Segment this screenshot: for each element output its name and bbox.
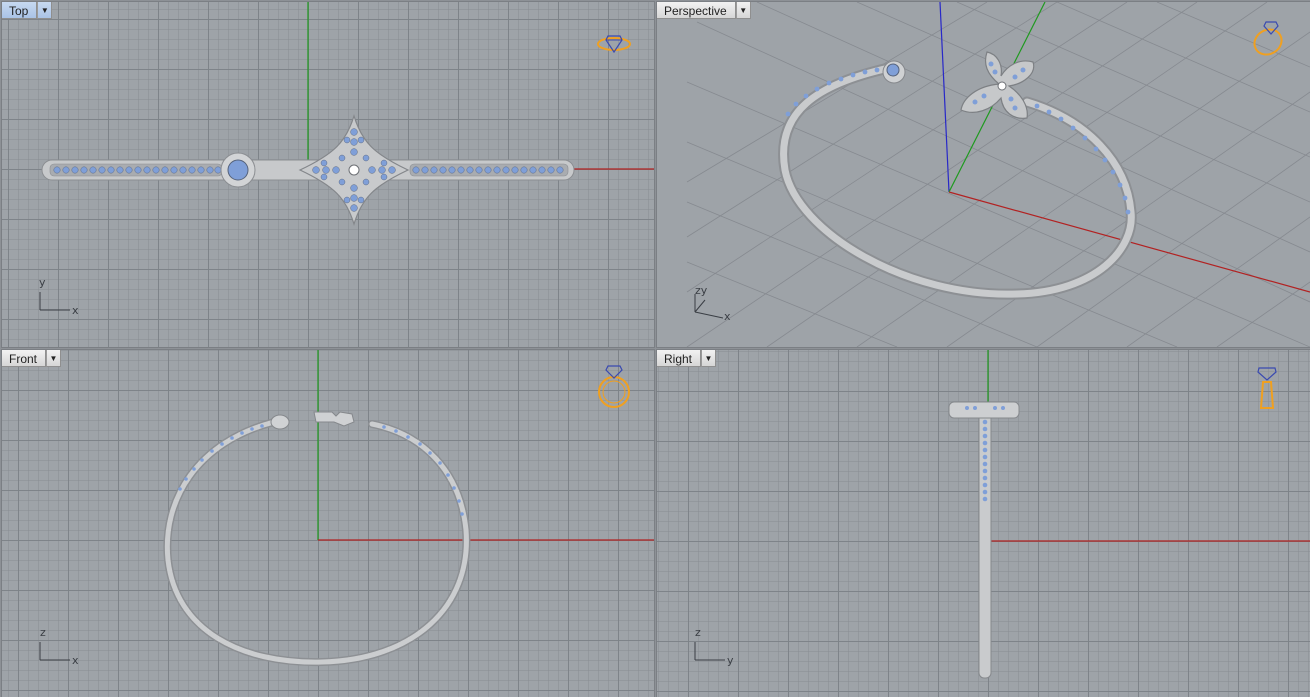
z-axis-line [939, 2, 950, 193]
viewport-title[interactable]: Top [2, 2, 38, 19]
viewport-tab-top[interactable]: Top ▼ [2, 2, 53, 19]
ring-side-view-icon[interactable] [1257, 367, 1277, 409]
top-view-scene[interactable] [2, 2, 654, 347]
bracelet-right-model[interactable] [948, 401, 1020, 679]
axis-label-vertical: zy [695, 284, 708, 297]
top-viewport[interactable]: Top ▼ y x [1, 1, 655, 348]
viewport-menu-dropdown-icon[interactable]: ▼ [735, 2, 751, 19]
front-view-scene[interactable] [2, 350, 654, 697]
ring-perspective-view-icon[interactable] [1250, 21, 1286, 59]
viewport-tab-front[interactable]: Front ▼ [2, 350, 62, 367]
axis-label-horizontal: x [72, 654, 79, 667]
viewport-tab-right[interactable]: Right ▼ [657, 350, 717, 367]
right-view-scene[interactable] [657, 350, 1310, 697]
viewport-menu-dropdown-icon[interactable]: ▼ [701, 350, 717, 367]
perspective-viewport[interactable]: Perspective ▼ zy x [656, 1, 1310, 348]
axis-label-horizontal: x [72, 304, 79, 317]
bracelet-front-model[interactable] [163, 411, 471, 667]
front-viewport[interactable]: Front ▼ z x [1, 349, 655, 697]
right-viewport[interactable]: Right ▼ z y [656, 349, 1310, 697]
viewport-title[interactable]: Front [2, 350, 47, 367]
axis-label-vertical: y [39, 276, 46, 289]
ring-top-view-icon[interactable] [597, 35, 631, 54]
viewport-menu-dropdown-icon[interactable]: ▼ [37, 2, 53, 19]
viewport-menu-dropdown-icon[interactable]: ▼ [46, 350, 62, 367]
viewport-title[interactable]: Right [657, 350, 702, 367]
ring-front-view-icon[interactable] [598, 365, 630, 408]
viewport-tab-perspective[interactable]: Perspective ▼ [657, 2, 751, 19]
bracelet-perspective-model[interactable] [778, 51, 1137, 300]
axis-label-vertical: z [695, 626, 701, 639]
axis-label-vertical: z [40, 626, 46, 639]
viewport-title[interactable]: Perspective [657, 2, 736, 19]
axis-label-horizontal: x [724, 310, 731, 323]
perspective-view-scene[interactable] [657, 2, 1310, 347]
axis-label-horizontal: y [727, 654, 734, 667]
